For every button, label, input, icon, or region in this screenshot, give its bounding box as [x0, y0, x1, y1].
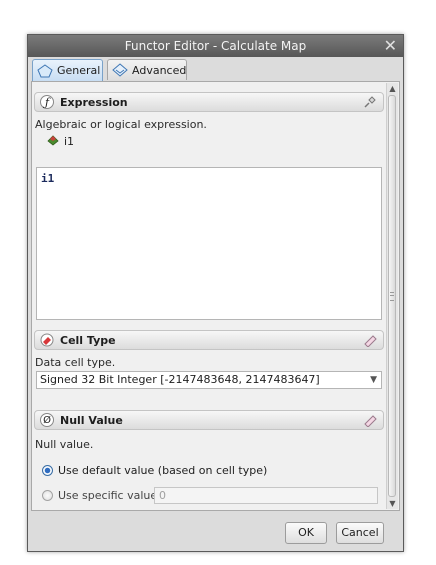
eraser-icon — [39, 332, 55, 348]
scroll-down-arrow-icon[interactable]: ▼ — [387, 498, 398, 509]
close-icon[interactable]: ✕ — [384, 35, 397, 57]
radio-specific-indicator[interactable] — [42, 490, 53, 501]
null-icon: Ø — [39, 412, 55, 428]
function-icon: ƒ — [39, 94, 55, 110]
functor-editor-dialog: Functor Editor - Calculate Map ✕ General… — [27, 34, 404, 552]
tab-advanced[interactable]: Advanced — [107, 59, 187, 80]
layer-icon — [46, 133, 60, 150]
cancel-button[interactable]: Cancel — [336, 522, 384, 544]
cell-type-title: Cell Type — [60, 333, 116, 347]
window-title: Functor Editor - Calculate Map — [124, 39, 307, 53]
use-default-value-label: Use default value (based on cell type) — [58, 464, 268, 477]
dialog-footer: OK Cancel — [28, 513, 403, 551]
use-specific-value-label: Use specific value — [58, 489, 158, 502]
tab-general-label: General — [57, 64, 101, 77]
specific-value-input[interactable]: 0 — [154, 487, 378, 504]
edit-icon[interactable] — [363, 333, 377, 348]
edit-icon[interactable] — [363, 413, 377, 428]
null-glyph: Ø — [40, 413, 54, 427]
use-specific-value-radio[interactable]: Use specific value — [42, 489, 157, 502]
expression-description: Algebraic or logical expression. — [35, 118, 207, 131]
chevron-down-icon[interactable]: ▼ — [370, 372, 377, 388]
ok-button[interactable]: OK — [285, 522, 327, 544]
expression-section-header[interactable]: ƒ Expression — [34, 92, 384, 112]
grip-icon — [390, 292, 394, 301]
scroll-up-arrow-icon[interactable]: ▲ — [387, 83, 398, 94]
radio-default-indicator[interactable] — [42, 465, 53, 476]
null-value-section-header[interactable]: Ø Null Value — [34, 410, 384, 430]
general-panel: ƒ Expression Algebraic or logical expres… — [31, 81, 400, 511]
diamond-icon — [112, 63, 128, 77]
cell-type-select[interactable]: Signed 32 Bit Integer [-2147483648, 2147… — [36, 371, 382, 389]
use-default-value-radio[interactable]: Use default value (based on cell type) — [42, 464, 267, 477]
cell-type-selected: Signed 32 Bit Integer [-2147483648, 2147… — [40, 373, 320, 386]
pentagon-icon — [37, 63, 53, 78]
tab-general[interactable]: General — [32, 59, 103, 81]
function-glyph: ƒ — [40, 95, 54, 109]
variable-item-i1[interactable]: i1 — [46, 133, 74, 150]
window-titlebar[interactable]: Functor Editor - Calculate Map ✕ — [28, 35, 403, 57]
variable-label: i1 — [64, 135, 75, 148]
vertical-scrollbar[interactable]: ▲ ▼ — [386, 83, 398, 509]
null-value-description: Null value. — [35, 438, 94, 451]
pin-icon[interactable] — [363, 95, 377, 109]
cell-type-section-header[interactable]: Cell Type — [34, 330, 384, 350]
scrollbar-thumb[interactable] — [388, 95, 396, 497]
expression-title: Expression — [60, 95, 128, 109]
expression-input[interactable]: i1 — [36, 167, 382, 320]
tab-advanced-label: Advanced — [132, 63, 187, 77]
cell-type-description: Data cell type. — [35, 356, 116, 369]
null-value-title: Null Value — [60, 413, 123, 427]
